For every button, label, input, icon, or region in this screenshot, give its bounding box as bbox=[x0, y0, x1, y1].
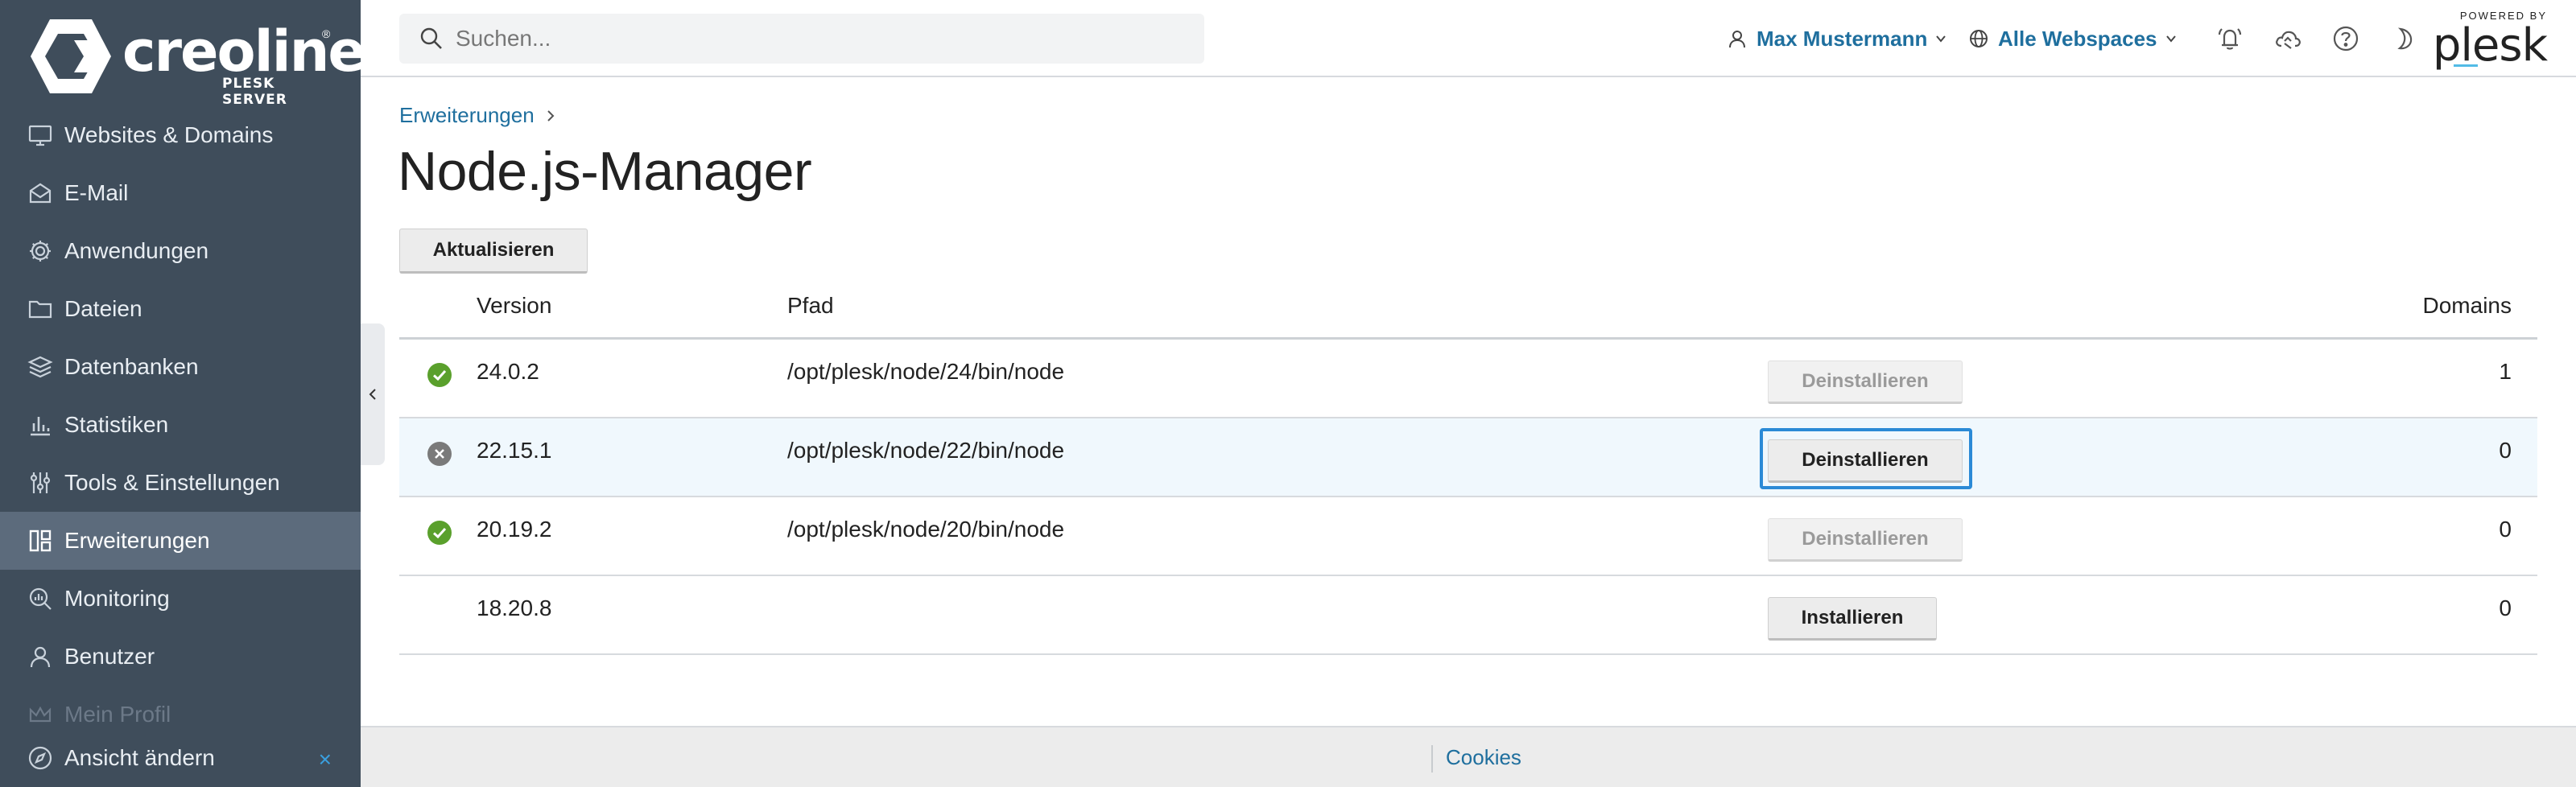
brand-subtitle: PLESK SERVER bbox=[222, 76, 287, 108]
table-row: 22.15.1 /opt/plesk/node/22/bin/node Dein… bbox=[399, 418, 2537, 497]
chevron-down-icon bbox=[2165, 35, 2176, 43]
user-icon bbox=[26, 642, 55, 671]
status-enabled-icon bbox=[427, 521, 452, 545]
sidebar-nav: Websites & Domains E-Mail Anwendungen Da… bbox=[0, 106, 361, 744]
install-button[interactable]: Installieren bbox=[1768, 597, 1937, 641]
sidebar-item-label: Tools & Einstellungen bbox=[64, 470, 280, 495]
sidebar-item-applications[interactable]: Anwendungen bbox=[0, 222, 361, 280]
main-content: Erweiterungen Node.js-Manager Aktualisie… bbox=[361, 77, 2576, 726]
page-title: Node.js-Manager bbox=[398, 141, 812, 202]
domains-cell: 0 bbox=[2499, 595, 2512, 620]
webspace-selector[interactable]: Alle Webspaces bbox=[1969, 23, 2177, 55]
uninstall-button[interactable]: Deinstallieren bbox=[1768, 518, 1963, 562]
sidebar-item-tools-settings[interactable]: Tools & Einstellungen bbox=[0, 454, 361, 512]
sidebar-item-label: Dateien bbox=[64, 296, 142, 321]
user-name: Max Mustermann bbox=[1757, 26, 1928, 51]
chevron-down-icon bbox=[1936, 35, 1946, 43]
path-cell: /opt/plesk/node/22/bin/node bbox=[787, 438, 1065, 463]
sidebar-item-label: E-Mail bbox=[64, 180, 129, 205]
domains-cell: 0 bbox=[2499, 517, 2512, 542]
cloud-sync-icon[interactable] bbox=[2272, 23, 2304, 55]
sidebar-item-label: Websites & Domains bbox=[64, 122, 274, 147]
sidebar-item-monitoring[interactable]: Monitoring bbox=[0, 570, 361, 628]
column-header-domains[interactable]: Domains bbox=[2423, 293, 2512, 319]
refresh-button[interactable]: Aktualisieren bbox=[399, 229, 588, 274]
breadcrumb-link-extensions[interactable]: Erweiterungen bbox=[399, 103, 535, 128]
sliders-icon bbox=[26, 468, 55, 497]
top-bar: Max Mustermann Alle Webspaces POWERED BY… bbox=[361, 0, 2576, 77]
sidebar-item-extensions[interactable]: Erweiterungen bbox=[0, 512, 361, 570]
domains-cell: 0 bbox=[2499, 438, 2512, 463]
gear-icon bbox=[26, 237, 55, 266]
close-icon[interactable]: × bbox=[319, 747, 332, 773]
chevron-right-icon bbox=[547, 109, 555, 122]
path-cell: /opt/plesk/node/24/bin/node bbox=[787, 359, 1065, 384]
domains-cell: 1 bbox=[2499, 359, 2512, 384]
plesk-accent-bar bbox=[2454, 64, 2478, 67]
search-input[interactable] bbox=[456, 26, 1180, 52]
user-icon bbox=[1729, 31, 1745, 48]
sidebar-item-label: Monitoring bbox=[64, 586, 170, 611]
sidebar-item-label: Benutzer bbox=[64, 644, 155, 669]
user-menu[interactable]: Max Mustermann bbox=[1728, 23, 1946, 55]
help-icon[interactable] bbox=[2330, 23, 2362, 55]
sidebar-item-users[interactable]: Benutzer bbox=[0, 628, 361, 686]
brand-registered: ® bbox=[322, 27, 331, 40]
table-header: Version Pfad Domains bbox=[399, 278, 2537, 340]
notifications-bell-icon[interactable] bbox=[2214, 23, 2246, 55]
column-header-path[interactable]: Pfad bbox=[787, 293, 834, 319]
monitor-icon bbox=[26, 121, 55, 150]
status-disabled-icon bbox=[427, 442, 452, 466]
plesk-logo: POWERED BY plesk bbox=[2433, 8, 2548, 72]
footer: Cookies bbox=[361, 726, 2576, 787]
version-cell: 24.0.2 bbox=[477, 359, 539, 384]
search-box[interactable] bbox=[399, 14, 1204, 64]
magnifier-chart-icon bbox=[26, 584, 55, 613]
bar-chart-icon bbox=[26, 410, 55, 439]
status-enabled-icon bbox=[427, 363, 452, 387]
table-row: 20.19.2 /opt/plesk/node/20/bin/node Dein… bbox=[399, 497, 2537, 576]
uninstall-button[interactable]: Deinstallieren bbox=[1768, 439, 1963, 483]
table-row: 18.20.8 Installieren 0 bbox=[399, 576, 2537, 655]
breadcrumb: Erweiterungen bbox=[399, 103, 557, 128]
version-cell: 22.15.1 bbox=[477, 438, 552, 463]
sidebar-item-websites-domains[interactable]: Websites & Domains bbox=[0, 106, 361, 164]
change-view-item[interactable]: Ansicht ändern × bbox=[0, 729, 361, 787]
sidebar-item-label: Mein Profil bbox=[64, 702, 171, 727]
folder-icon bbox=[26, 295, 55, 323]
globe-icon bbox=[1970, 30, 1988, 47]
sidebar-item-label: Erweiterungen bbox=[64, 528, 210, 553]
sidebar-item-label: Datenbanken bbox=[64, 354, 199, 379]
database-layers-icon bbox=[26, 352, 55, 381]
version-cell: 18.20.8 bbox=[477, 595, 552, 620]
sidebar-item-files[interactable]: Dateien bbox=[0, 280, 361, 338]
change-view-label: Ansicht ändern bbox=[64, 745, 215, 770]
path-cell: /opt/plesk/node/20/bin/node bbox=[787, 517, 1065, 542]
column-header-version[interactable]: Version bbox=[477, 293, 551, 319]
creoline-logo[interactable]: creoline ® PLESK SERVER bbox=[29, 16, 361, 108]
extensions-icon bbox=[26, 526, 55, 555]
sidebar-item-statistics[interactable]: Statistiken bbox=[0, 396, 361, 454]
nodejs-versions-table: Version Pfad Domains 24.0.2 /opt/plesk/n… bbox=[399, 278, 2537, 655]
sidebar-item-databases[interactable]: Datenbanken bbox=[0, 338, 361, 396]
compass-icon bbox=[26, 744, 55, 773]
webspace-label: Alle Webspaces bbox=[1998, 26, 2157, 51]
sidebar-item-email[interactable]: E-Mail bbox=[0, 164, 361, 222]
sidebar: creoline ® PLESK SERVER Websites & Domai… bbox=[0, 0, 361, 787]
plesk-wordmark: plesk bbox=[2432, 19, 2548, 72]
sidebar-item-label: Statistiken bbox=[64, 412, 169, 437]
footer-divider bbox=[1431, 745, 1433, 773]
crown-icon bbox=[26, 700, 55, 729]
cookies-link[interactable]: Cookies bbox=[1446, 745, 1521, 770]
search-icon bbox=[420, 27, 442, 49]
creoline-hexagon-icon bbox=[31, 19, 111, 93]
sidebar-item-label: Anwendungen bbox=[64, 238, 209, 263]
table-row: 24.0.2 /opt/plesk/node/24/bin/node Deins… bbox=[399, 340, 2537, 418]
version-cell: 20.19.2 bbox=[477, 517, 552, 542]
moon-icon[interactable] bbox=[2388, 23, 2420, 55]
uninstall-button[interactable]: Deinstallieren bbox=[1768, 361, 1963, 404]
envelope-icon bbox=[26, 179, 55, 208]
